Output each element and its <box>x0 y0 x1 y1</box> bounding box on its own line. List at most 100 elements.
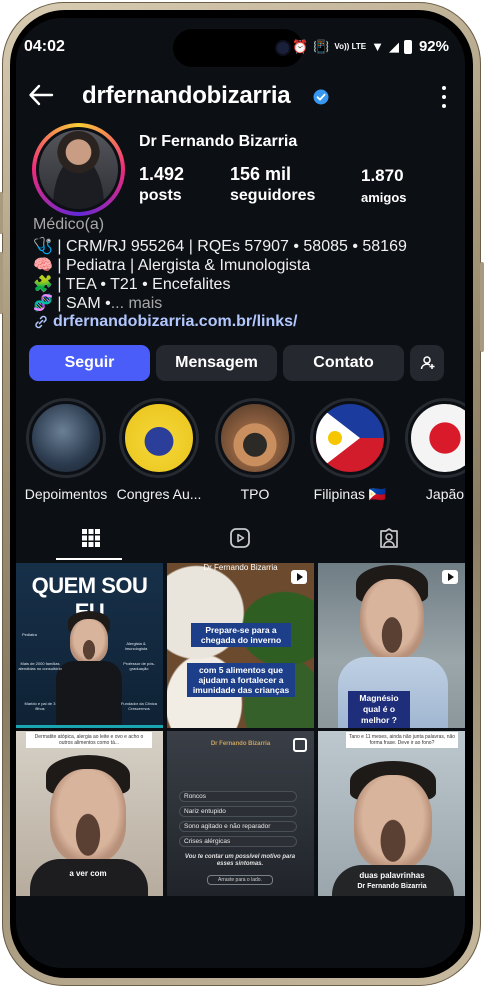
profile-link[interactable]: drfernandobizarria.com.br/links/ <box>33 313 298 331</box>
symptom-item: Sono agitado e não reparador <box>179 821 297 832</box>
tab-grid[interactable] <box>16 518 165 558</box>
highlight-cover <box>218 401 292 475</box>
post-caption: duas palavrinhas <box>359 871 425 880</box>
tab-reels[interactable] <box>165 518 314 558</box>
post-caption: a ver com <box>69 869 107 878</box>
highlight-label: Japão <box>425 486 465 502</box>
tab-tagged[interactable] <box>314 518 463 558</box>
friends-count-value: 1.870 <box>361 166 404 185</box>
swipe-cta: Arraste para o lado. <box>207 875 273 885</box>
grid-post[interactable]: QUEM SOU EU Pediatra Alergista & Imunolo… <box>16 563 163 728</box>
profile-avatar-story-ring[interactable] <box>32 123 125 216</box>
grid-post[interactable]: Tano e 11 meses, ainda não junta palavra… <box>318 731 465 896</box>
philippines-flag-icon <box>313 401 387 475</box>
add-person-icon <box>420 356 435 370</box>
post-tag: Professor de pós-graduação <box>123 661 155 671</box>
post-tag: Pediatra <box>22 632 37 637</box>
bio-line: 🩺 | CRM/RJ 955264 | RQEs 57907 • 58085 •… <box>33 238 407 255</box>
bio-line: 🧬 | SAM •... mais <box>33 293 162 313</box>
message-button[interactable]: Mensagem <box>156 345 277 381</box>
bio-more-link[interactable]: ... mais <box>111 295 163 312</box>
suggest-people-button[interactable] <box>410 345 444 381</box>
phone-screen: 04:02 ⏰ 📳 Vo)) LTE ▼ ◢ 92% drfernandobiz… <box>16 18 465 968</box>
highlight-label: Congres Au... <box>116 486 202 502</box>
post-footer-text: Vou te contar um possível motivo para es… <box>184 854 296 867</box>
link-icon <box>35 315 47 329</box>
reel-icon <box>291 570 307 584</box>
active-tab-indicator <box>56 558 122 560</box>
status-time: 04:02 <box>24 38 65 55</box>
phone-side-button <box>0 252 3 314</box>
post-subheadline: com 5 alimentos que ajudam a fortalecer … <box>187 663 295 697</box>
posts-grid: QUEM SOU EU Pediatra Alergista & Imunolo… <box>16 563 465 896</box>
reel-icon <box>442 570 458 584</box>
dynamic-island <box>173 29 303 67</box>
status-bar: 04:02 ⏰ 📳 Vo)) LTE ▼ ◢ 92% <box>16 18 465 70</box>
highlight-filipinas[interactable]: Filipinas 🇵🇭 <box>307 398 393 503</box>
wifi-icon: ▼ <box>371 39 384 54</box>
follow-button[interactable]: Seguir <box>29 345 150 381</box>
signal-icon: ◢ <box>388 38 399 54</box>
profile-username: drfernandobizarria <box>82 82 291 109</box>
post-question: Tano e 11 meses, ainda não junta palavra… <box>346 732 458 748</box>
person-face <box>50 769 126 863</box>
bio-line: 🧠 | Pediatra | Alergista & Imunologista <box>33 257 311 274</box>
posts-count[interactable]: 1.492 posts <box>139 164 184 205</box>
highlight-cover <box>29 401 103 475</box>
reels-icon <box>229 528 250 548</box>
profile-header: drfernandobizarria <box>16 78 465 118</box>
person-face <box>360 579 424 659</box>
highlight-depoimentos[interactable]: Depoimentos <box>23 398 109 502</box>
bio-line: 🧩 | TEA • T21 • Encefalites <box>33 276 231 293</box>
bio-line-text: 🧬 | SAM • <box>33 295 111 312</box>
highlight-japao[interactable]: Japão <box>402 398 465 502</box>
followers-count-value: 156 mil <box>230 164 292 184</box>
profile-category: Médico(a) <box>33 216 105 233</box>
highlight-label: Filipinas 🇵🇭 <box>313 486 387 502</box>
grid-post[interactable]: Magnésio qual é o melhor ? <box>318 563 465 728</box>
battery-icon <box>403 39 412 54</box>
followers-count-label: seguidores <box>230 187 316 204</box>
profile-link-text: drfernandobizarria.com.br/links/ <box>53 313 298 330</box>
content-tabs <box>16 518 465 562</box>
more-options-icon[interactable] <box>441 86 447 108</box>
friends-count[interactable]: 1.870 amigos <box>361 164 407 205</box>
grid-post[interactable]: Dermatite atópica, alergia ao leite e ov… <box>16 731 163 896</box>
post-caption: Magnésio qual é o melhor ? <box>348 691 410 728</box>
post-tag: Alergista & Imunologista <box>124 641 148 651</box>
verified-badge-icon <box>313 89 329 105</box>
alarm-icon: ⏰ <box>292 38 309 54</box>
volte-icon: Vo)) LTE <box>334 41 367 51</box>
highlight-tpo[interactable]: TPO <box>212 398 298 502</box>
post-tag: Marido e pai de 3 filhos <box>24 701 56 711</box>
contact-button[interactable]: Contato <box>283 345 404 381</box>
highlight-label: Depoimentos <box>24 486 108 502</box>
post-question: Dermatite atópica, alergia ao leite e ov… <box>26 732 152 748</box>
symptom-item: Crises alérgicas <box>179 836 297 847</box>
posts-count-label: posts <box>139 187 182 204</box>
grid-icon <box>81 529 100 547</box>
symptom-item: Nariz entupido <box>179 806 297 817</box>
person-face <box>70 619 108 663</box>
back-arrow-icon[interactable] <box>28 82 54 108</box>
display-name: Dr Fernando Bizarria <box>139 133 298 150</box>
symptom-item: Roncos <box>179 791 297 802</box>
highlight-cover <box>122 401 196 475</box>
post-tag: Fundador da Clínica Crescermos <box>120 701 158 711</box>
friends-count-label: amigos <box>361 190 407 205</box>
highlight-label: TPO <box>240 486 270 502</box>
highlight-congres[interactable]: Congres Au... <box>116 398 202 502</box>
status-icons: ⏰ 📳 Vo)) LTE ▼ ◢ 92% <box>292 38 449 55</box>
post-brand: Dr Fernando Bizarria <box>210 741 271 747</box>
followers-count[interactable]: 156 mil seguidores <box>230 164 315 205</box>
front-camera-icon <box>277 42 289 54</box>
post-headline: Prepare-se para a chegada do inverno <box>191 623 291 647</box>
post-brand: Dr Fernando Bizarria <box>357 883 427 890</box>
person-face <box>354 775 432 869</box>
phone-side-button <box>480 262 484 352</box>
vibrate-icon: 📳 <box>313 38 330 54</box>
posts-count-value: 1.492 <box>139 164 185 184</box>
avatar <box>39 130 118 209</box>
grid-post[interactable]: Dr Fernando Bizarria Prepare-se para a c… <box>167 563 314 728</box>
grid-post[interactable]: Dr Fernando Bizarria Roncos Nariz entupi… <box>167 731 314 896</box>
